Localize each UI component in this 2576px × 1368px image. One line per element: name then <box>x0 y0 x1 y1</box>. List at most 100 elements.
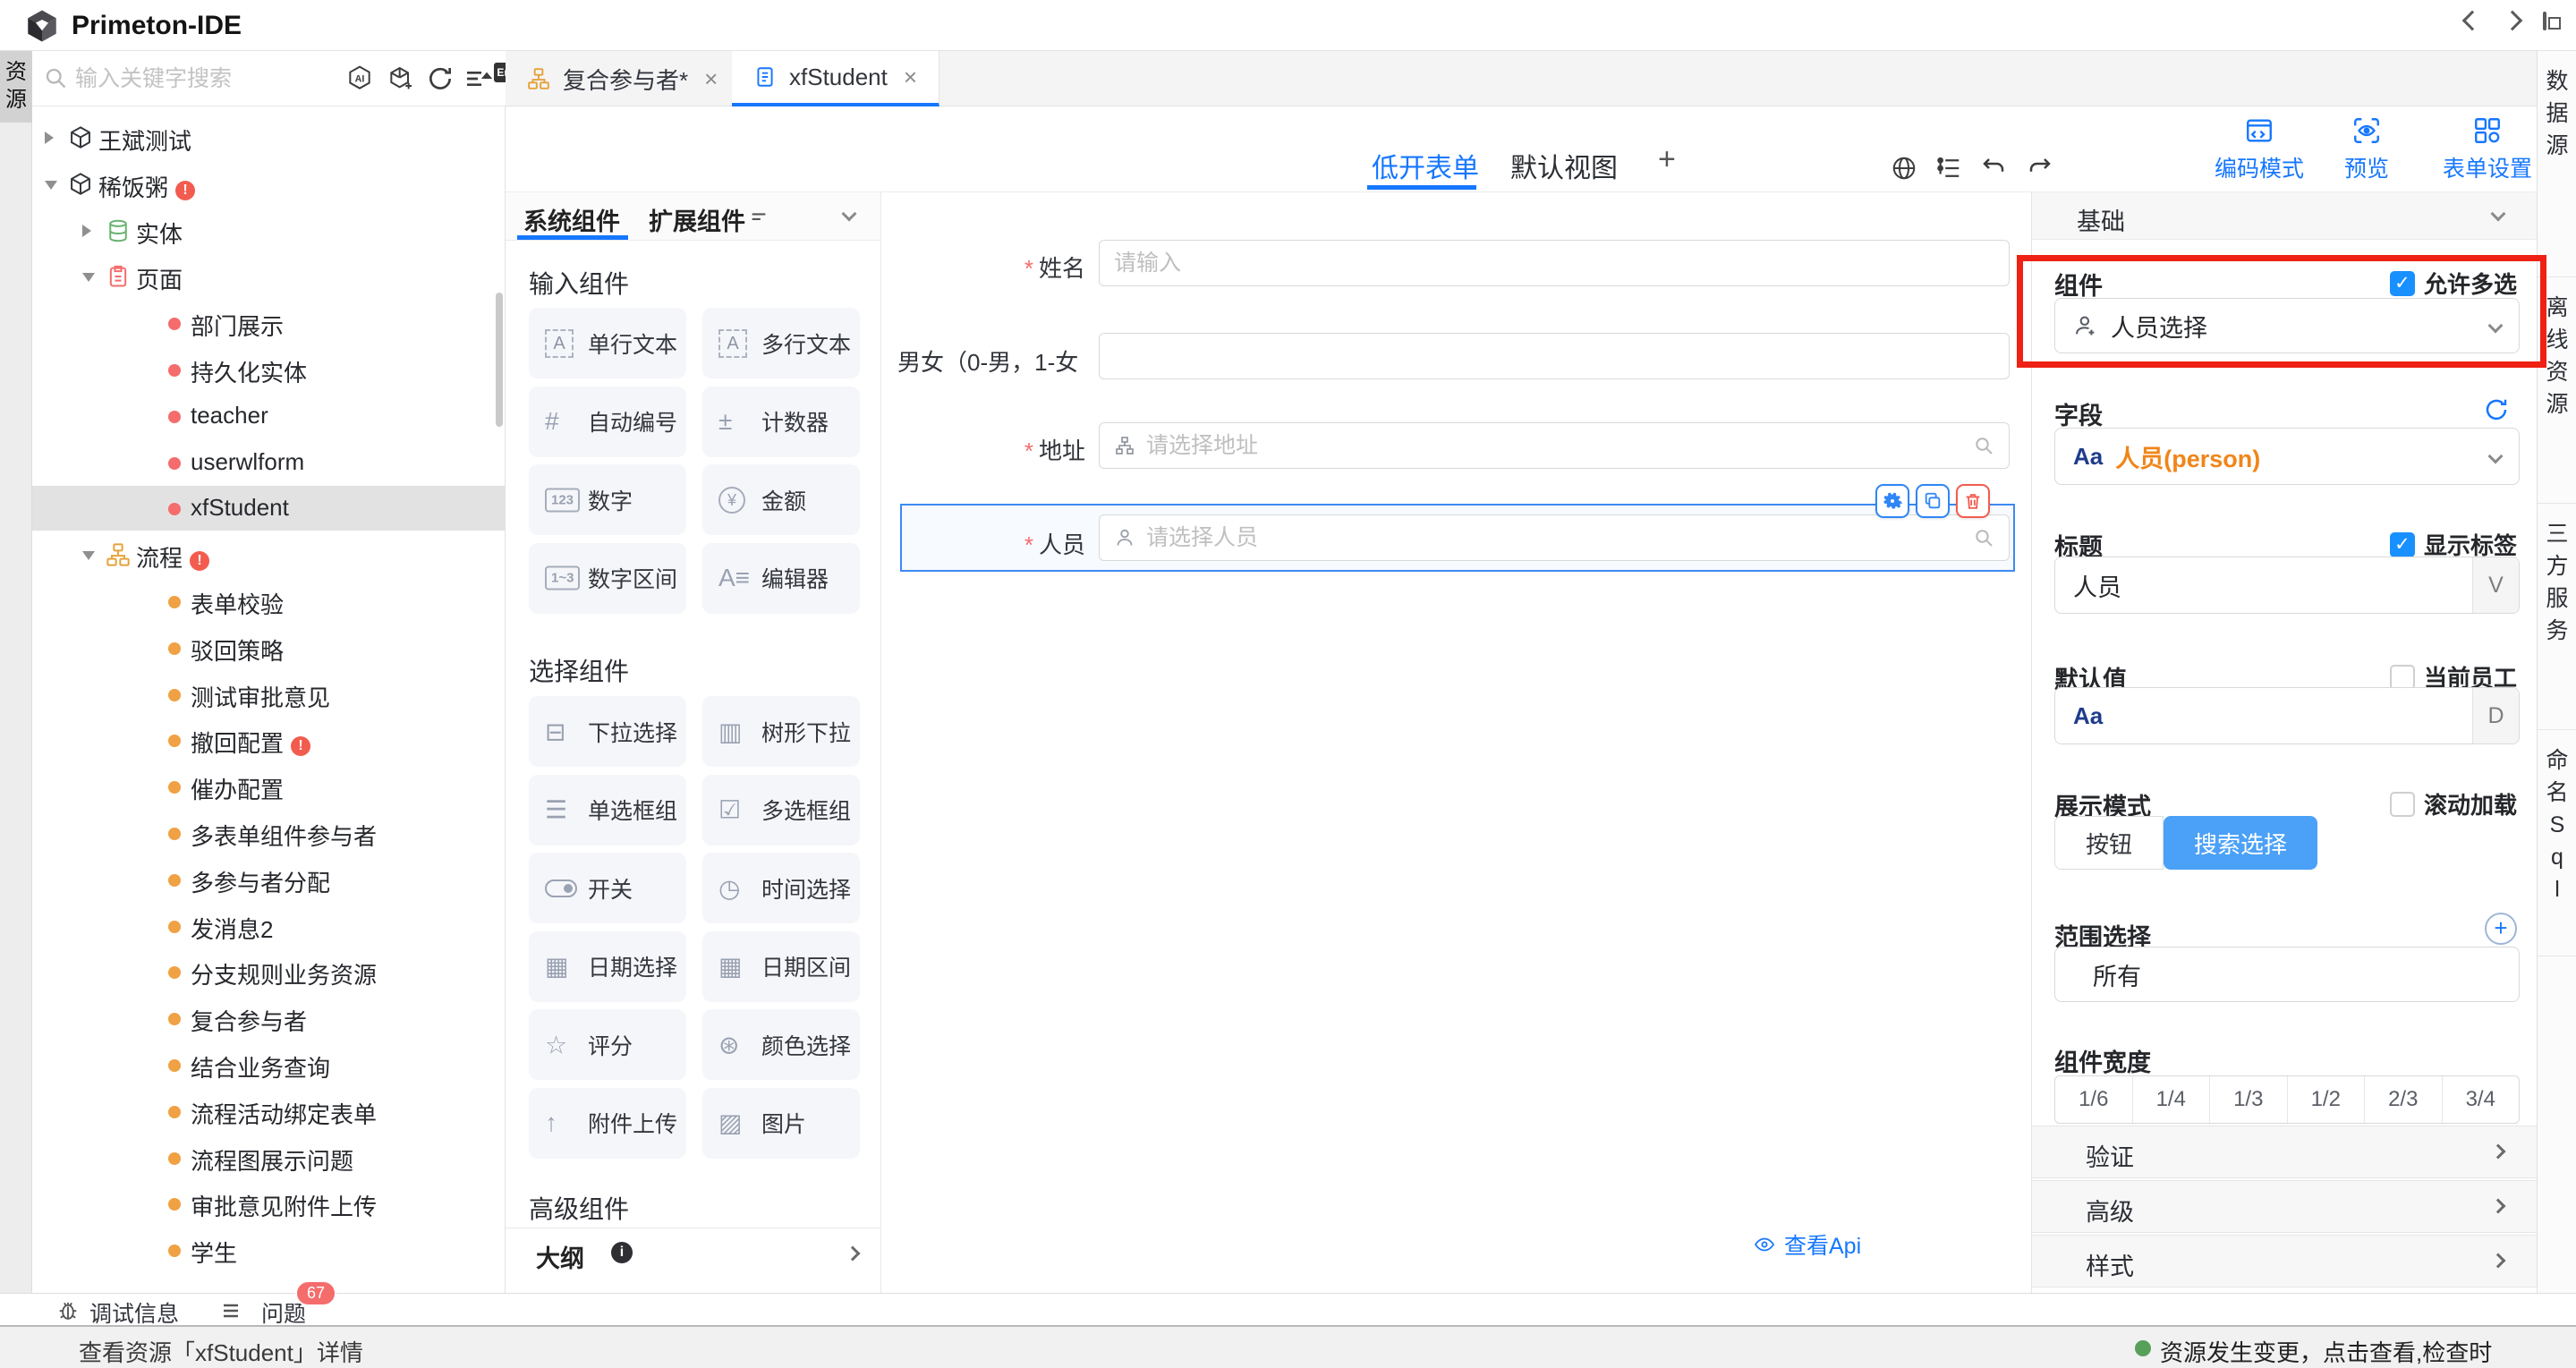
tab-close-icon[interactable]: × <box>904 64 917 91</box>
palette-item-单选框组[interactable]: ☰单选框组 <box>529 775 686 845</box>
field-settings-button[interactable] <box>1875 484 1909 518</box>
form-settings-button[interactable]: 表单设置 <box>2429 115 2546 183</box>
palette-item-自动编号[interactable]: #自动编号 <box>529 387 686 457</box>
range-value-box[interactable]: 所有 <box>2054 947 2520 1002</box>
palette-item-日期选择[interactable]: ▦日期选择 <box>529 931 686 1002</box>
palette-item-多行文本[interactable]: A多行文本 <box>702 308 860 378</box>
tree-item-学生[interactable]: 学生 <box>32 1228 506 1272</box>
tree-item-复合参与者[interactable]: 复合参与者 <box>32 996 506 1041</box>
tree-item-页面[interactable]: 页面 <box>32 254 506 299</box>
default-dynamic-button[interactable]: D <box>2472 688 2519 743</box>
palette-item-开关[interactable]: 开关 <box>529 853 686 923</box>
palette-item-树形下拉[interactable]: ▥树形下拉 <box>702 696 860 767</box>
tree-item-userwlform[interactable]: userwlform <box>32 440 506 485</box>
tab-extension-components[interactable]: 扩展组件 <box>649 202 745 237</box>
tree-item-结合业务查询[interactable]: 结合业务查询 <box>32 1042 506 1087</box>
checkbox-checked-icon[interactable]: ✓ <box>2390 532 2415 557</box>
tree-expand-icon[interactable] <box>45 132 54 144</box>
tab-xfstudent[interactable]: xfStudent × <box>732 51 939 106</box>
globe-icon[interactable] <box>1891 155 1917 182</box>
display-mode-search-option[interactable]: 搜索选择 <box>2164 816 2317 870</box>
palette-item-编辑器[interactable]: A≡编辑器 <box>702 543 860 614</box>
tree-expand-icon[interactable] <box>82 273 95 282</box>
palette-item-日期区间[interactable]: ▦日期区间 <box>702 931 860 1002</box>
code-mode-button[interactable]: 编码模式 <box>2201 115 2317 183</box>
width-option-3/4[interactable]: 3/4 <box>2443 1076 2520 1123</box>
default-value-input[interactable]: Aa D <box>2054 687 2520 744</box>
tab-system-components[interactable]: 系统组件 <box>523 202 620 237</box>
section-style[interactable]: 样式 <box>2032 1235 2538 1287</box>
tree-item-持久化实体[interactable]: 持久化实体 <box>32 347 506 392</box>
checkbox-unchecked-icon[interactable] <box>2390 792 2415 817</box>
field-binding-select[interactable]: Aa 人员(person) <box>2054 428 2520 485</box>
view-api-link[interactable]: 查看Api <box>1754 1228 1861 1261</box>
tree-item-xfStudent[interactable]: xfStudent <box>32 486 506 531</box>
debug-info-button[interactable]: 调试信息 <box>89 1296 179 1329</box>
undo-icon[interactable] <box>1980 155 2007 182</box>
tree-item-teacher[interactable]: teacher <box>32 394 506 438</box>
person-input[interactable] <box>1099 514 2010 561</box>
ai-assistant-icon[interactable]: AI <box>345 64 374 93</box>
display-mode-button-option[interactable]: 按钮 <box>2054 816 2164 870</box>
preview-button[interactable]: 预览 <box>2326 115 2407 183</box>
address-input-field[interactable] <box>1146 433 1962 459</box>
field-refresh-icon[interactable] <box>2483 396 2510 423</box>
tab-composite-participant[interactable]: 复合参与者* × <box>506 51 740 106</box>
tree-item-分支规则业务资源[interactable]: 分支规则业务资源 <box>32 949 506 994</box>
tree-item-测试审批意见[interactable]: 测试审批意见 <box>32 672 506 717</box>
range-add-icon[interactable]: + <box>2485 913 2517 945</box>
rail-tab-离线资源[interactable]: 离线资源 <box>2538 277 2576 504</box>
name-input[interactable] <box>1099 240 2010 286</box>
width-option-1/6[interactable]: 1/6 <box>2055 1076 2133 1123</box>
tree-item-发消息2[interactable]: 发消息2 <box>32 904 506 948</box>
palette-item-图片[interactable]: ▨图片 <box>702 1088 860 1159</box>
palette-list-icon[interactable] <box>749 208 769 228</box>
rail-tab-命名Sql[interactable]: 命名Sql <box>2538 730 2576 956</box>
collapse-icon[interactable] <box>2491 207 2506 222</box>
palette-item-下拉选择[interactable]: ⊟下拉选择 <box>529 696 686 767</box>
inspector-header[interactable]: 基础 <box>2032 192 2538 240</box>
title-variable-button[interactable]: V <box>2472 557 2519 613</box>
width-option-1/3[interactable]: 1/3 <box>2210 1076 2288 1123</box>
section-advanced[interactable]: 高级 <box>2032 1180 2538 1233</box>
tree-item-驳回策略[interactable]: 驳回策略 <box>32 625 506 670</box>
palette-item-颜色选择[interactable]: ⊛颜色选择 <box>702 1009 860 1080</box>
debug-bug-icon[interactable] <box>55 1297 81 1322</box>
person-input-field[interactable] <box>1146 525 1962 551</box>
name-input-field[interactable] <box>1114 251 1994 276</box>
scroll-load-checkbox[interactable]: 滚动加载 <box>2390 787 2517 820</box>
tree-item-表单校验[interactable]: 表单校验 <box>32 579 506 624</box>
section-validation[interactable]: 验证 <box>2032 1126 2538 1178</box>
new-resource-icon[interactable] <box>387 64 415 93</box>
component-type-select[interactable]: 人员选择 <box>2054 298 2520 353</box>
palette-item-单行文本[interactable]: A单行文本 <box>529 308 686 378</box>
window-panel-icon[interactable] <box>2543 13 2546 30</box>
palette-item-金额[interactable]: ¥金额 <box>702 464 860 535</box>
outline-tree-icon[interactable] <box>1935 155 1962 182</box>
tree-scrollbar[interactable] <box>496 293 503 427</box>
palette-item-数字区间[interactable]: 1~3数字区间 <box>529 543 686 614</box>
tree-item-流程图展示问题[interactable]: 流程图展示问题 <box>32 1135 506 1180</box>
field-copy-button[interactable] <box>1916 484 1950 518</box>
palette-item-附件上传[interactable]: ↑附件上传 <box>529 1088 686 1159</box>
field-delete-button[interactable] <box>1956 484 1990 518</box>
problems-list-icon[interactable] <box>220 1300 242 1321</box>
checkbox-checked-icon[interactable]: ✓ <box>2390 271 2415 296</box>
rail-tab-数据源[interactable]: 数据源 <box>2538 51 2576 277</box>
allow-multi-checkbox[interactable]: ✓ 允许多选 <box>2390 267 2517 300</box>
tree-expand-icon[interactable] <box>45 181 57 190</box>
refresh-icon[interactable] <box>426 64 455 93</box>
title-input[interactable]: 人员 V <box>2054 557 2520 614</box>
palette-item-多选框组[interactable]: ☑多选框组 <box>702 775 860 845</box>
palette-item-时间选择[interactable]: ◷时间选择 <box>702 853 860 923</box>
width-option-1/2[interactable]: 1/2 <box>2288 1076 2366 1123</box>
tree-item-流程活动绑定表单[interactable]: 流程活动绑定表单 <box>32 1089 506 1134</box>
tree-expand-icon[interactable] <box>82 551 95 560</box>
resource-changed-message[interactable]: 资源发生变更，点击查看,检查时间:14:23 <box>2160 1335 2576 1368</box>
palette-item-数字[interactable]: 123数字 <box>529 464 686 535</box>
address-input[interactable] <box>1099 422 2010 469</box>
checkbox-unchecked-icon[interactable] <box>2390 665 2415 690</box>
outline-expand-icon[interactable] <box>846 1246 861 1262</box>
tree-item-催办配置[interactable]: 催办配置 <box>32 764 506 809</box>
tree-expand-icon[interactable] <box>82 225 91 237</box>
